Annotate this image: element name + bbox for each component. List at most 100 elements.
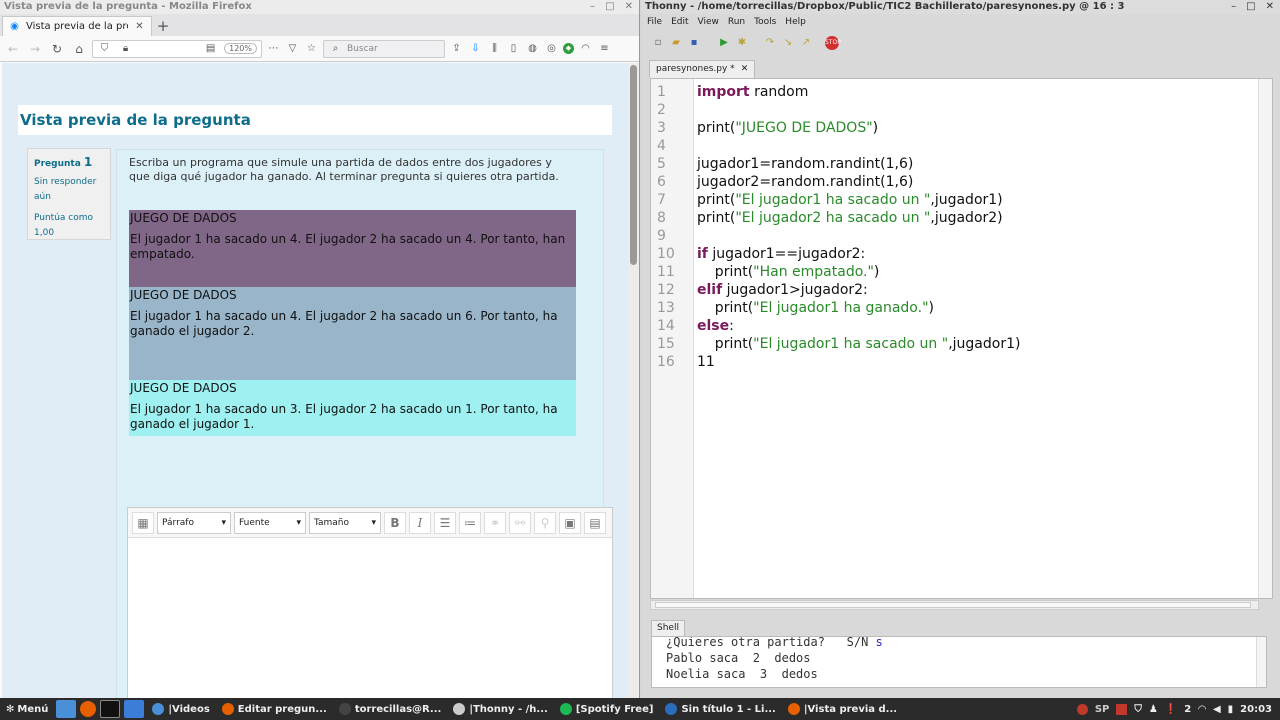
thonny-titlebar[interactable]: Thonny - /home/torrecillas/Dropbox/Publi…: [641, 0, 1280, 14]
maximize-icon[interactable]: □: [605, 0, 614, 14]
step-out-icon[interactable]: ↗: [799, 36, 813, 50]
bookmark-star-icon[interactable]: ☆: [304, 41, 319, 56]
debug-icon[interactable]: ✱: [735, 36, 749, 50]
menu-file[interactable]: File: [647, 14, 662, 30]
browser-tab[interactable]: ◉ Vista previa de la pregunta ✕: [2, 16, 152, 36]
minimize-icon[interactable]: –: [590, 0, 595, 14]
page-scrollbar[interactable]: [628, 63, 639, 698]
home-icon[interactable]: ⌂: [70, 40, 88, 58]
media-icon[interactable]: ▤: [584, 511, 606, 534]
editor-text-area[interactable]: [128, 538, 612, 698]
bullet-list-icon[interactable]: ☰: [434, 511, 456, 534]
keyboard-layout[interactable]: SP: [1095, 704, 1110, 715]
back-icon[interactable]: ←: [4, 40, 22, 58]
taskbar-task[interactable]: |Videos: [146, 699, 215, 719]
zoom-level[interactable]: 120%: [224, 43, 257, 54]
shield-icon[interactable]: ⛉: [1134, 704, 1142, 715]
code-line[interactable]: print("El jugador1 ha ganado."): [697, 299, 934, 317]
taskbar-task[interactable]: Editar pregun...: [216, 699, 333, 719]
url-bar[interactable]: ⛉ 🔒︎ ▤ 120%: [92, 39, 262, 58]
notification-icon[interactable]: ❗: [1165, 704, 1177, 715]
library-icon[interactable]: ⫼: [487, 41, 502, 56]
reader-view-icon[interactable]: ▤: [203, 41, 218, 56]
shell-panel[interactable]: ¿Quieres otra partida? S/N s Pablo saca 2…: [651, 636, 1267, 688]
editor-horizontal-scrollbar[interactable]: [650, 600, 1259, 610]
pocket-icon[interactable]: ▽: [285, 41, 300, 56]
code-line[interactable]: print("Han empatado."): [697, 263, 880, 281]
menu-help[interactable]: Help: [785, 14, 806, 30]
editor-vertical-scrollbar[interactable]: [1258, 79, 1272, 598]
code-line[interactable]: 11: [697, 353, 715, 371]
scrollbar-thumb[interactable]: [630, 65, 637, 265]
menu-view[interactable]: View: [698, 14, 719, 30]
stop-icon[interactable]: STOP: [825, 36, 841, 50]
battery-icon[interactable]: ▮: [1228, 704, 1234, 715]
new-file-icon[interactable]: ▫: [651, 36, 665, 50]
search-bar[interactable]: ⌕ Buscar: [323, 39, 445, 58]
code-line[interactable]: jugador1=random.randint(1,6): [697, 155, 913, 173]
italic-icon[interactable]: I: [409, 511, 431, 534]
code-line[interactable]: print("El jugador1 ha sacado un ",jugado…: [697, 335, 1021, 353]
lock-icon[interactable]: 🔒︎: [118, 41, 133, 56]
container-icon[interactable]: ◍: [525, 41, 540, 56]
menu-run[interactable]: Run: [728, 14, 745, 30]
code-line[interactable]: elif jugador1>jugador2:: [697, 281, 868, 299]
new-tab-button[interactable]: +: [152, 16, 174, 36]
forward-icon[interactable]: →: [26, 40, 44, 58]
account-icon[interactable]: ◎: [544, 41, 559, 56]
minimize-icon[interactable]: –: [1231, 0, 1236, 14]
shell-scrollbar[interactable]: [1256, 637, 1266, 687]
code-line[interactable]: import random: [697, 83, 808, 101]
close-icon[interactable]: ✕: [625, 0, 633, 14]
recording-icon[interactable]: [1076, 703, 1088, 715]
taskbar-task[interactable]: torrecillas@R...: [333, 699, 448, 719]
hamburger-menu-icon[interactable]: ≡: [597, 41, 612, 56]
taskbar-task[interactable]: [Spotify Free]: [554, 699, 660, 719]
shield-extension-icon[interactable]: ◠: [578, 41, 593, 56]
scrollbar-thumb[interactable]: [655, 602, 1251, 608]
run-icon[interactable]: ▶: [717, 36, 731, 50]
shield-icon[interactable]: ⛉: [97, 41, 112, 56]
code-line[interactable]: print("El jugador1 ha sacado un ",jugado…: [697, 191, 1003, 209]
start-menu-button[interactable]: ✻ Menú: [0, 704, 54, 715]
taskbar-task[interactable]: Sin título 1 - Li...: [659, 699, 781, 719]
format-select[interactable]: Párrafo ▾: [157, 511, 231, 534]
download-icon[interactable]: ⇩: [468, 41, 483, 56]
bold-icon[interactable]: B: [384, 511, 406, 534]
code-editor[interactable]: 1 2 3 4 5 6 7 8 9 10 11 12 13 14 15 16 import random pri…: [650, 78, 1273, 599]
volume-icon[interactable]: ◀: [1213, 704, 1221, 715]
save-icon[interactable]: ▪: [687, 36, 701, 50]
files-launcher-icon[interactable]: [56, 700, 77, 718]
code-line[interactable]: else:: [697, 317, 734, 335]
update-icon[interactable]: [1116, 703, 1128, 715]
close-tab-icon[interactable]: ✕: [741, 61, 749, 78]
step-over-icon[interactable]: ↷: [763, 36, 777, 50]
size-select[interactable]: Tamaño ▾: [309, 511, 381, 534]
unlink-icon[interactable]: ⚯: [509, 511, 531, 534]
firefox-launcher-icon[interactable]: [80, 701, 97, 717]
code-line[interactable]: jugador2=random.randint(1,6): [697, 173, 913, 191]
notification-count[interactable]: 2: [1184, 704, 1191, 715]
maximize-icon[interactable]: □: [1246, 0, 1255, 14]
page-actions-icon[interactable]: ⋯: [266, 41, 281, 56]
terminal-launcher-icon[interactable]: [100, 700, 121, 718]
code-line[interactable]: print("El jugador2 ha sacado un ",jugado…: [697, 209, 1003, 227]
reload-icon[interactable]: ↻: [48, 40, 66, 58]
numbered-list-icon[interactable]: ≔: [459, 511, 481, 534]
close-icon[interactable]: ✕: [1266, 0, 1274, 14]
share-icon[interactable]: ⇪: [449, 41, 464, 56]
extension-icon[interactable]: ◆: [563, 43, 574, 54]
link-icon[interactable]: ⚭: [484, 511, 506, 534]
writer-launcher-icon[interactable]: [124, 700, 145, 718]
code-line[interactable]: if jugador1==jugador2:: [697, 245, 865, 263]
open-file-icon[interactable]: ▰: [669, 36, 683, 50]
font-select[interactable]: Fuente ▾: [234, 511, 306, 534]
menu-edit[interactable]: Edit: [671, 14, 688, 30]
taskbar-task[interactable]: |Thonny - /h...: [447, 699, 554, 719]
taskbar-task[interactable]: |Vista previa d...: [782, 699, 903, 719]
network-icon[interactable]: ◠: [1198, 704, 1206, 715]
user-icon[interactable]: ♟: [1149, 704, 1158, 715]
sidebar-icon[interactable]: ▯: [506, 41, 521, 56]
image-icon[interactable]: ▣: [559, 511, 581, 534]
menu-tools[interactable]: Tools: [754, 14, 776, 30]
